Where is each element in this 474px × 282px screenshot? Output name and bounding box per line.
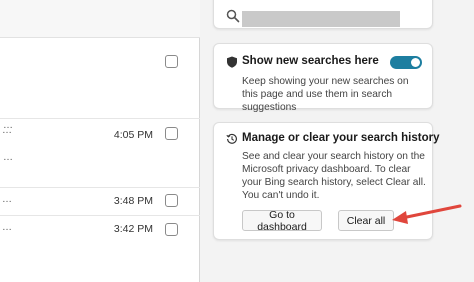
truncated-query-text: … <box>2 125 12 136</box>
search-card <box>213 0 433 29</box>
truncated-query-text: … <box>2 194 12 205</box>
shield-icon <box>227 56 237 68</box>
card-description: See and clear your search history on the… <box>242 151 426 201</box>
truncated-query-text: … <box>2 222 12 233</box>
history-list-header <box>0 0 200 38</box>
history-icon <box>226 133 237 144</box>
search-icon <box>226 9 240 23</box>
row-checkbox[interactable] <box>165 55 178 68</box>
row-time: 3:42 PM <box>113 223 153 235</box>
show-new-searches-card: Show new searches here Keep showing your… <box>213 43 433 113</box>
go-to-dashboard-button[interactable]: Go to dashboard <box>242 209 322 233</box>
row-time: 3:48 PM <box>113 195 153 207</box>
row-checkbox[interactable] <box>165 127 178 140</box>
history-row[interactable]: … 4:05 PM <box>0 118 200 148</box>
row-checkbox[interactable] <box>165 194 178 207</box>
card-description: Keep showing your new searches on this p… <box>242 76 409 113</box>
history-row[interactable]: … 3:48 PM <box>0 187 200 217</box>
card-title: Show new searches here <box>242 55 379 67</box>
search-input[interactable] <box>242 11 400 27</box>
card-title: Manage or clear your search history <box>242 132 440 144</box>
annotation-arrow-icon <box>392 204 462 224</box>
show-new-searches-toggle[interactable] <box>390 56 422 69</box>
history-list-pane: … … 4:05 PM … … 3:48 PM … 3:42 PM <box>0 0 200 282</box>
history-row[interactable] <box>0 46 200 76</box>
history-row[interactable]: … 3:42 PM <box>0 215 200 245</box>
truncated-text: … <box>3 152 13 163</box>
row-checkbox[interactable] <box>165 223 178 236</box>
clear-all-button[interactable]: Clear all <box>338 210 394 231</box>
row-time: 4:05 PM <box>113 129 153 141</box>
